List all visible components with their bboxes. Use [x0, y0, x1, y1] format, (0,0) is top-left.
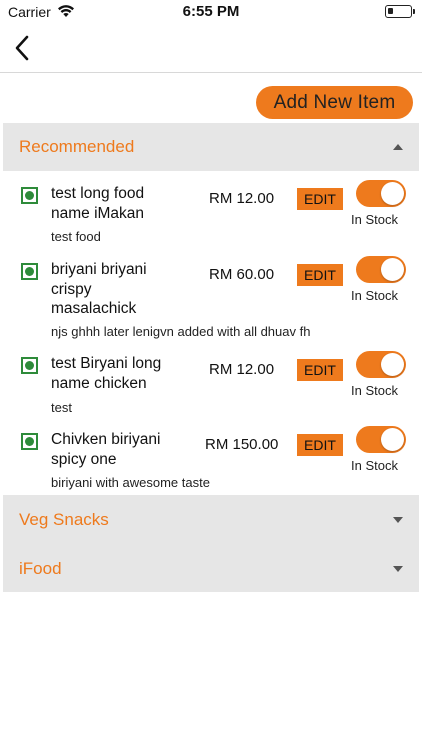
category-header-recommended[interactable]: Recommended: [3, 123, 419, 171]
stock-toggle[interactable]: [356, 426, 406, 453]
item-description: test: [51, 400, 72, 415]
stock-toggle[interactable]: [356, 351, 406, 378]
stock-status: In Stock: [351, 212, 398, 227]
item-description: test food: [51, 229, 101, 244]
veg-indicator-icon: [21, 357, 38, 374]
nav-divider: [0, 72, 422, 73]
item-price: RM 150.00: [205, 436, 279, 453]
battery-icon: [385, 5, 415, 18]
item-description: biriyani with awesome taste: [51, 475, 210, 490]
stock-status: In Stock: [351, 383, 398, 398]
edit-button[interactable]: EDIT: [297, 434, 343, 456]
item-price: RM 12.00: [209, 190, 275, 207]
status-time: 6:55 PM: [182, 3, 240, 20]
edit-button[interactable]: EDIT: [297, 359, 343, 381]
category-title: Recommended: [19, 137, 135, 156]
stock-toggle[interactable]: [356, 256, 406, 283]
chevron-down-icon: [393, 517, 403, 523]
item-name: test long food name iMakan: [51, 185, 145, 222]
back-button[interactable]: [4, 30, 40, 66]
category-header-ifood[interactable]: iFood: [3, 545, 419, 592]
stock-toggle[interactable]: [356, 180, 406, 207]
veg-indicator-icon: [21, 263, 38, 280]
item-name: briyani briyani crispy masalachick: [51, 261, 147, 317]
edit-button[interactable]: EDIT: [297, 188, 343, 210]
veg-indicator-icon: [21, 433, 38, 450]
edit-button[interactable]: EDIT: [297, 264, 343, 286]
item-name: Chivken biriyani spicy one: [51, 431, 161, 468]
add-new-item-button[interactable]: Add New Item: [256, 86, 413, 119]
category-header-veg-snacks[interactable]: Veg Snacks: [3, 495, 419, 545]
stock-status: In Stock: [351, 288, 398, 303]
chevron-up-icon: [393, 144, 403, 150]
category-title: iFood: [19, 559, 62, 578]
chevron-left-icon: [15, 35, 29, 61]
item-price: RM 12.00: [209, 361, 275, 378]
stock-status: In Stock: [351, 458, 398, 473]
status-bar: Carrier 6:55 PM: [0, 0, 422, 24]
category-title: Veg Snacks: [19, 510, 109, 529]
chevron-down-icon: [393, 566, 403, 572]
veg-indicator-icon: [21, 187, 38, 204]
item-description: njs ghhh later lenigvn added with all dh…: [51, 324, 311, 339]
item-name: test Biryani long name chicken: [51, 355, 162, 392]
item-price: RM 60.00: [209, 266, 275, 283]
